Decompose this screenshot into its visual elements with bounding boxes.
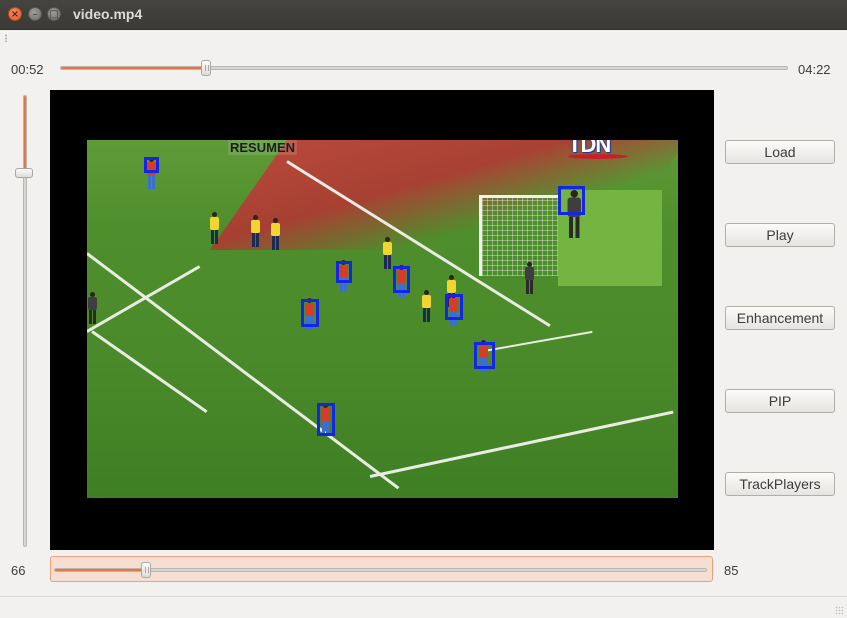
bottom-slider-max-label: 85 — [724, 563, 739, 578]
player — [270, 218, 280, 250]
pip-button[interactable]: PIP — [725, 389, 835, 413]
tracking-box — [474, 342, 495, 369]
goal-net — [479, 195, 565, 276]
pitch-line — [87, 265, 201, 333]
seek-slider[interactable] — [60, 60, 788, 76]
maximize-window-icon[interactable]: □ — [47, 7, 61, 21]
video-display: RESUMEN TDN — [50, 90, 714, 550]
bottom-slider[interactable] — [54, 562, 707, 578]
resize-grip-icon[interactable] — [835, 606, 844, 615]
title-bar: × – □ video.mp4 — [0, 0, 847, 30]
tracking-box — [317, 403, 335, 436]
window-title: video.mp4 — [73, 6, 143, 22]
seek-slider-handle[interactable] — [201, 60, 212, 76]
pitch-line — [91, 330, 208, 414]
broadcaster-logo: TDN — [568, 140, 638, 162]
bottom-slider-fill — [55, 569, 147, 571]
minimize-window-icon[interactable]: – — [28, 7, 42, 21]
pitch-line — [369, 410, 674, 478]
tracking-box — [336, 261, 352, 283]
video-frame: RESUMEN TDN — [87, 140, 678, 498]
play-button[interactable]: Play — [725, 223, 835, 247]
tracking-box — [301, 299, 319, 327]
player — [382, 237, 392, 269]
bottom-slider-min-label: 66 — [11, 563, 26, 578]
player — [87, 292, 97, 324]
pip-inset — [558, 186, 662, 286]
vertical-slider-fill — [24, 96, 26, 173]
toolbar-grip-icon — [4, 34, 8, 42]
video-overlay-text: RESUMEN — [228, 140, 298, 155]
current-time-label: 00:52 — [11, 62, 44, 77]
tracking-box — [445, 294, 463, 320]
bottom-slider-handle[interactable] — [141, 562, 152, 578]
vertical-slider-handle[interactable] — [15, 167, 33, 178]
tracking-box — [558, 186, 585, 215]
player — [524, 262, 534, 294]
tracking-box — [393, 266, 410, 293]
status-bar — [0, 596, 847, 618]
pitch-line — [483, 330, 593, 352]
bottom-slider-frame — [50, 556, 713, 582]
broadcaster-logo-swoosh — [568, 154, 628, 159]
track-players-button[interactable]: TrackPlayers — [725, 472, 835, 496]
close-window-icon[interactable]: × — [8, 7, 22, 21]
total-time-label: 04:22 — [798, 62, 831, 77]
player — [421, 290, 431, 322]
tracking-box — [144, 157, 159, 173]
load-button[interactable]: Load — [725, 140, 835, 164]
vertical-slider[interactable] — [15, 95, 33, 547]
player — [250, 215, 260, 247]
player — [209, 212, 219, 244]
seek-slider-fill — [61, 67, 207, 69]
pitch-line — [87, 252, 400, 490]
enhancement-button[interactable]: Enhancement — [725, 306, 835, 330]
